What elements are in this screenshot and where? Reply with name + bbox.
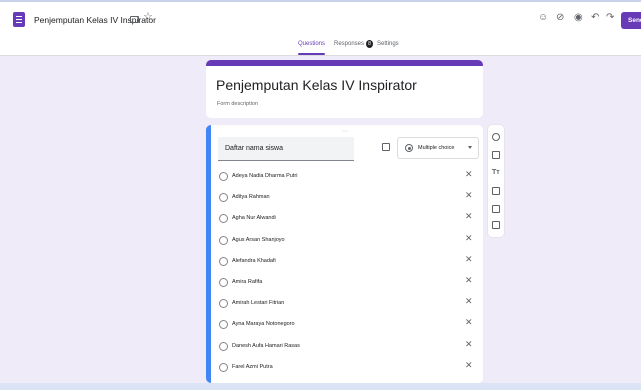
question-type-dropdown[interactable]: Multiple choice — [397, 137, 479, 159]
radio-circle-icon — [219, 214, 228, 224]
radio-circle-icon — [219, 256, 228, 266]
floating-toolbar: Tт — [488, 125, 504, 237]
palette-icon[interactable]: ⊘ — [556, 13, 564, 23]
star-icon[interactable]: ☆ — [143, 12, 153, 23]
send-button[interactable]: Send — [621, 12, 641, 29]
add-image-icon[interactable] — [492, 187, 500, 195]
option-row[interactable]: Amirah Lestari Fitrian ✕ — [218, 297, 476, 312]
add-video-icon[interactable] — [492, 205, 500, 213]
remove-option-icon[interactable]: ✕ — [465, 276, 473, 285]
form-title[interactable]: Penjemputan Kelas IV Inspirator — [216, 77, 417, 93]
bottom-strip — [0, 383, 641, 390]
tab-responses[interactable]: Responses — [334, 41, 364, 47]
redo-icon[interactable]: ↷ — [606, 13, 614, 23]
preview-icon[interactable]: ◉ — [574, 13, 583, 23]
forms-app-icon[interactable] — [13, 12, 25, 27]
remove-option-icon[interactable]: ✕ — [465, 318, 473, 327]
option-row[interactable]: Danesh Aufa Hamari Rasas ✕ — [218, 339, 476, 355]
tab-bar: Questions Responses 8 Settings — [0, 36, 641, 56]
option-row[interactable]: Aditya Rahman ✕ — [218, 191, 476, 206]
option-row[interactable]: Farel Azmi Putra ✕ — [218, 360, 476, 376]
undo-icon[interactable]: ↶ — [591, 13, 599, 23]
option-label[interactable]: Farel Azmi Putra — [232, 364, 273, 370]
tab-questions[interactable]: Questions — [298, 41, 325, 47]
remove-option-icon[interactable]: ✕ — [465, 191, 473, 200]
drag-handle-icon[interactable]: ⋯ — [342, 128, 349, 135]
responses-count-badge: 8 — [366, 40, 373, 48]
move-to-folder-icon[interactable] — [130, 16, 139, 23]
option-label[interactable]: Agus Arsan Shanjoyo — [232, 237, 285, 243]
remove-option-icon[interactable]: ✕ — [465, 297, 473, 306]
option-label[interactable]: Alefandra Khadafi — [232, 258, 276, 264]
top-bar: Penjemputan Kelas IV Inspirator ☆ ☺ ⊘ ◉ … — [0, 0, 641, 36]
option-row[interactable]: Ayna Maraya Notonegoro ✕ — [218, 318, 476, 333]
radio-circle-icon — [219, 320, 228, 330]
customize-theme-icon[interactable]: ☺ — [538, 13, 548, 23]
add-section-icon[interactable] — [492, 221, 500, 229]
tab-settings[interactable]: Settings — [377, 41, 399, 47]
option-row[interactable]: Alefandra Khadafi ✕ — [218, 254, 476, 270]
question-type-label: Multiple choice — [418, 145, 455, 151]
option-label[interactable]: Ayna Maraya Notonegoro — [232, 321, 295, 327]
radio-button-icon — [405, 144, 413, 152]
radio-circle-icon — [219, 235, 228, 245]
form-title-card[interactable]: Penjemputan Kelas IV Inspirator Form des… — [206, 60, 483, 118]
add-image-icon[interactable] — [382, 143, 390, 151]
option-label[interactable]: Adeya Nadia Dharma Putri — [232, 173, 297, 179]
remove-option-icon[interactable]: ✕ — [465, 233, 473, 243]
option-row[interactable]: Agha Nur Alwandi ✕ — [218, 212, 476, 227]
radio-circle-icon — [219, 172, 228, 181]
radio-circle-icon — [219, 278, 228, 287]
remove-option-icon[interactable]: ✕ — [465, 170, 473, 179]
remove-option-icon[interactable]: ✕ — [465, 360, 473, 370]
radio-circle-icon — [219, 362, 228, 372]
option-label[interactable]: Agha Nur Alwandi — [232, 215, 276, 221]
question-card[interactable]: ⋯ Daftar nama siswa Multiple choice Adey… — [206, 125, 483, 383]
radio-circle-icon — [219, 299, 228, 309]
option-row[interactable]: Adeya Nadia Dharma Putri ✕ — [218, 170, 476, 185]
import-questions-icon[interactable] — [492, 151, 500, 159]
form-description-field[interactable]: Form description — [217, 101, 258, 107]
option-row[interactable]: Agus Arsan Shanjoyo ✕ — [218, 233, 476, 249]
option-row[interactable]: Amira Rafifa ✕ — [218, 276, 476, 291]
active-tab-indicator — [298, 53, 325, 55]
add-question-icon[interactable] — [492, 133, 500, 141]
option-label[interactable]: Amirah Lestari Fitrian — [232, 300, 284, 306]
option-label[interactable]: Danesh Aufa Hamari Rasas — [232, 343, 300, 349]
radio-circle-icon — [219, 193, 228, 203]
chevron-down-icon — [468, 146, 472, 149]
radio-circle-icon — [219, 341, 228, 351]
remove-option-icon[interactable]: ✕ — [465, 212, 473, 221]
option-label[interactable]: Aditya Rahman — [232, 194, 270, 200]
question-title-input[interactable]: Daftar nama siswa — [218, 137, 354, 161]
remove-option-icon[interactable]: ✕ — [465, 254, 473, 264]
option-label[interactable]: Amira Rafifa — [232, 279, 262, 285]
add-title-icon[interactable]: Tт — [492, 169, 500, 177]
remove-option-icon[interactable]: ✕ — [465, 339, 473, 349]
